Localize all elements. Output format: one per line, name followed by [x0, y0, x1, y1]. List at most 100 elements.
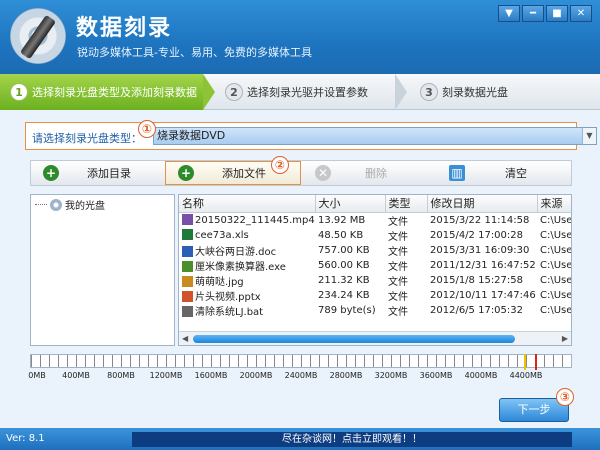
cell-text: 2012/10/11 17:47:46: [430, 289, 536, 301]
cell-source: C:\Use: [537, 273, 571, 288]
cell-text: 2015/3/22 11:14:58: [430, 214, 530, 226]
file-toolbar: + 添加目录 + 添加文件 ✕ 删除 ▥ 清空: [30, 160, 572, 186]
table-row[interactable]: 大峡谷两日游.doc 757.00 KB 文件 2015/3/31 16:09:30 C…: [179, 243, 572, 258]
cell-type: 文件: [385, 243, 427, 258]
cell-name: 清除系统LJ.bat: [179, 303, 315, 318]
ruler-tick-label: 2000MB: [239, 371, 273, 380]
cell-text: 560.00 KB: [318, 259, 370, 271]
cell-type: 文件: [385, 228, 427, 243]
minimize-button[interactable]: ━: [522, 5, 544, 22]
cell-text: 13.92 MB: [318, 214, 366, 226]
add-folder-button[interactable]: + 添加目录: [43, 161, 163, 185]
disc-type-label: 请选择刻录光盘类型：: [32, 132, 142, 145]
file-table: 名称 大小 类型 修改日期 来源 20150322_111445.mp4 13.9…: [179, 195, 572, 318]
cell-type: 文件: [385, 273, 427, 288]
column-header-source[interactable]: 来源: [537, 195, 571, 213]
scroll-right-icon[interactable]: ▶: [562, 334, 568, 343]
cell-text: 文件: [388, 276, 408, 288]
ruler-tick-label: 800MB: [107, 371, 135, 380]
cell-text: 清除系统LJ.bat: [195, 306, 264, 318]
maximize-button[interactable]: ■: [546, 5, 568, 22]
step-1[interactable]: 1 选择刻录光盘类型及添加刻录数据: [0, 74, 203, 110]
exe-file-icon: [182, 260, 193, 272]
cell-text: 234.24 KB: [318, 289, 370, 301]
cell-text: 文件: [388, 261, 408, 273]
status-bar: Ver: 8.1 尽在杂谈网！点击立即观看！！: [0, 428, 600, 450]
cell-text: C:\Use: [540, 244, 572, 256]
cell-text: 2015/1/8 15:27:58: [430, 274, 524, 286]
cell-size: 48.50 KB: [315, 228, 385, 243]
cell-text: 48.50 KB: [318, 229, 364, 241]
horizontal-scrollbar[interactable]: ◀ ▶: [179, 331, 571, 345]
add-folder-label: 添加目录: [87, 167, 131, 180]
table-row[interactable]: 厘米像素换算器.exe 560.00 KB 文件 2011/12/31 16:47:5…: [179, 258, 571, 273]
table-row[interactable]: 片头视频.pptx 234.24 KB 文件 2012/10/11 17:47:46 C…: [179, 288, 572, 303]
cell-text: 文件: [388, 306, 408, 318]
column-header-size[interactable]: 大小: [315, 195, 386, 213]
step-1-number: 1: [10, 83, 28, 101]
table-row[interactable]: 20150322_111445.mp4 13.92 MB 文件 2015/3/22 1…: [179, 212, 571, 228]
table-row[interactable]: cee73a.xls 48.50 KB 文件 2015/4/2 17:00:28 C:\…: [179, 228, 572, 243]
cell-size: 757.00 KB: [315, 243, 385, 258]
scroll-left-icon[interactable]: ◀: [182, 334, 188, 343]
app-title: 数据刻录: [76, 16, 173, 41]
app-subtitle: 锐动多媒体工具-专业、易用、免费的多媒体工具: [77, 46, 312, 59]
ruler-tick-label: 3600MB: [419, 371, 453, 380]
disc-tree: 我的光盘: [30, 194, 175, 346]
step-3[interactable]: 3 刻录数据光盘: [410, 74, 590, 110]
cell-source: C:\Use: [537, 212, 571, 228]
table-row[interactable]: 清除系统LJ.bat 789 byte(s) 文件 2012/6/5 17:05:32…: [179, 303, 571, 318]
annotation-badge-3: ③: [556, 388, 574, 406]
cell-text: C:\Use: [540, 289, 572, 301]
title-bar: 数据刻录 锐动多媒体工具-专业、易用、免费的多媒体工具 ▼ ━ ■ ✕: [0, 0, 600, 74]
ruler-tick-label: 1200MB: [149, 371, 183, 380]
cell-size: 13.92 MB: [315, 212, 385, 228]
capacity-marker: [523, 354, 526, 370]
disc-type-row: 请选择刻录光盘类型： 烧录数据DVD ▼: [25, 122, 597, 150]
chevron-down-icon[interactable]: ▼: [582, 128, 596, 144]
cell-date: 2011/12/31 16:47:52: [427, 258, 537, 273]
scrollbar-thumb[interactable]: [193, 335, 515, 343]
column-header-name[interactable]: 名称: [179, 195, 316, 213]
cell-text: 文件: [388, 291, 408, 303]
close-button[interactable]: ✕: [570, 5, 592, 22]
word-file-icon: [182, 245, 193, 257]
column-header-type[interactable]: 类型: [385, 195, 428, 213]
delete-button[interactable]: ✕ 删除: [315, 161, 425, 185]
cell-name: 大峡谷两日游.doc: [179, 243, 315, 258]
cell-text: 文件: [388, 246, 408, 258]
cell-size: 211.32 KB: [315, 273, 385, 288]
file-list: 名称 大小 类型 修改日期 来源 20150322_111445.mp4 13.9…: [178, 194, 572, 346]
cell-date: 2015/3/31 16:09:30: [427, 243, 537, 258]
add-file-label: 添加文件: [222, 167, 266, 180]
table-row[interactable]: 萌萌哒.jpg 211.32 KB 文件 2015/1/8 15:27:58 C:\Us…: [179, 273, 571, 288]
cell-source: C:\Use: [537, 258, 571, 273]
step-2[interactable]: 2 选择刻录光驱并设置参数: [215, 74, 395, 110]
cell-size: 234.24 KB: [315, 288, 385, 303]
cell-date: 2015/4/2 17:00:28: [427, 228, 537, 243]
capacity-ruler: 0MB 400MB 800MB 1200MB 1600MB 2000MB 2400MB 280…: [28, 354, 572, 394]
plus-icon: +: [178, 165, 194, 181]
cell-source: C:\Use: [537, 288, 572, 303]
cell-date: 2012/10/11 17:47:46: [427, 288, 537, 303]
ad-banner[interactable]: 尽在杂谈网！点击立即观看！！: [132, 432, 572, 447]
disc-type-value: 烧录数据DVD: [157, 129, 226, 142]
ppt-file-icon: [182, 290, 193, 302]
step-2-number: 2: [225, 83, 243, 101]
cell-name: 20150322_111445.mp4: [179, 212, 315, 228]
video-file-icon: [182, 214, 193, 225]
ruler-tick-label: 3200MB: [374, 371, 408, 380]
menu-button[interactable]: ▼: [498, 5, 520, 22]
column-header-date[interactable]: 修改日期: [427, 195, 538, 213]
cell-text: C:\Use: [540, 229, 572, 241]
tree-item-my-disc[interactable]: 我的光盘: [35, 197, 105, 212]
cell-text: 757.00 KB: [318, 244, 370, 256]
cell-name: cee73a.xls: [179, 228, 315, 243]
step-3-label: 刻录数据光盘: [442, 86, 508, 99]
cell-size: 789 byte(s): [315, 303, 385, 318]
image-file-icon: [182, 275, 193, 287]
clear-button[interactable]: ▥ 清空: [449, 161, 559, 185]
disc-type-select[interactable]: 烧录数据DVD ▼: [153, 127, 597, 145]
cell-text: 大峡谷两日游.doc: [195, 246, 277, 258]
excel-file-icon: [182, 229, 193, 240]
